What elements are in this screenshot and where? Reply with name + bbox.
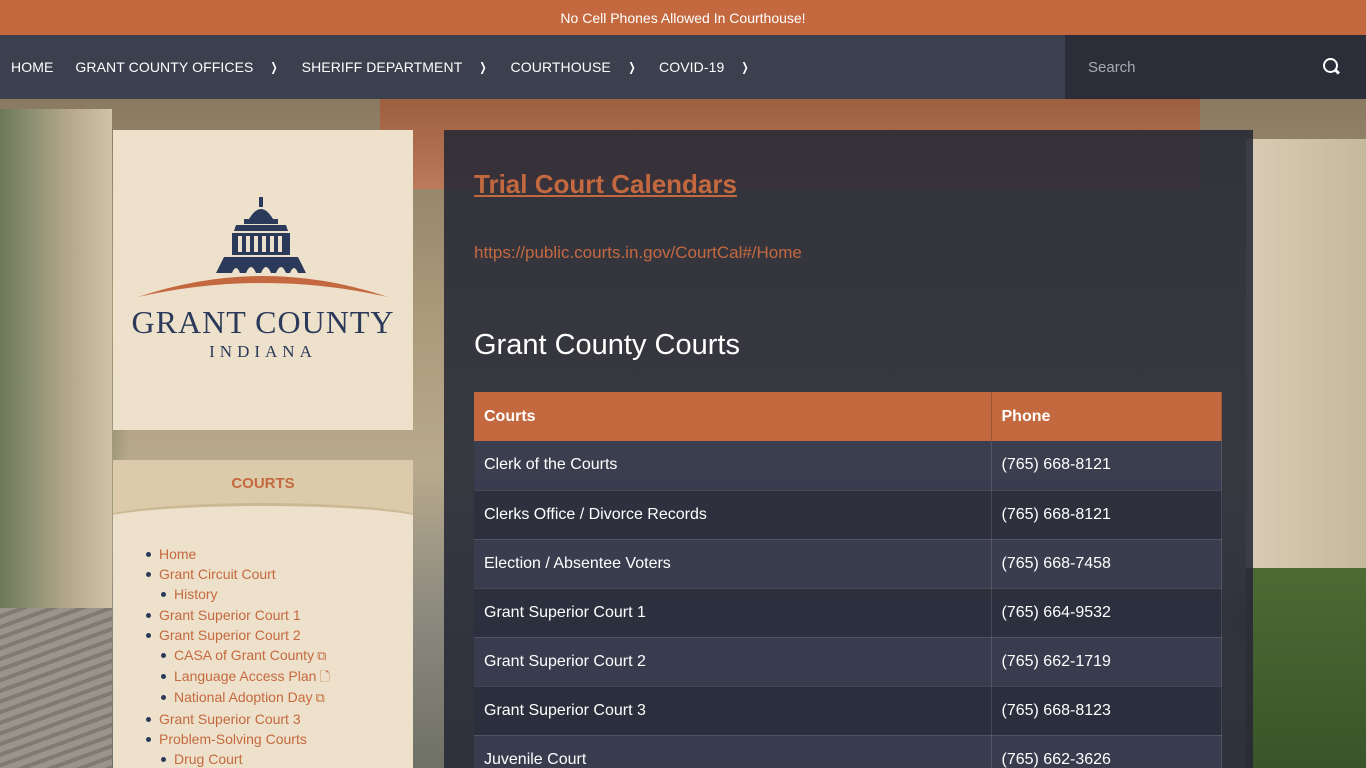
sidebar-item-label: Problem-Solving Courts bbox=[159, 730, 307, 747]
court-name-cell: Grant Superior Court 1 bbox=[474, 588, 992, 638]
nav-item-label: GRANT COUNTY OFFICES bbox=[75, 59, 254, 75]
sidebar-item-national-adoption-day[interactable]: National Adoption Day ⧉ bbox=[161, 687, 413, 708]
sidebar-item-label: Drug Court bbox=[174, 751, 243, 768]
table-row: Grant Superior Court 2 (765) 662-1719 bbox=[474, 637, 1222, 687]
sidebar-item-home[interactable]: Home bbox=[146, 544, 413, 564]
page-title: Trial Court Calendars bbox=[474, 164, 1223, 201]
court-name-cell: Clerks Office / Divorce Records bbox=[474, 490, 992, 540]
search-box bbox=[1065, 35, 1366, 99]
nav-item-grant-county-offices[interactable]: GRANT COUNTY OFFICES ❯ bbox=[75, 59, 279, 75]
search-input[interactable] bbox=[1088, 58, 1308, 76]
nav-menu: HOME GRANT COUNTY OFFICES ❯ SHERIFF DEPARTM… bbox=[0, 35, 1065, 99]
phone-cell: (765) 668-7458 bbox=[991, 539, 1222, 589]
logo-line2: INDIANA bbox=[209, 342, 317, 361]
sidebar-item-drug-court[interactable]: Drug Court bbox=[161, 749, 413, 768]
sidebar-header: COURTS bbox=[113, 460, 413, 542]
sidebar-item-label: National Adoption Day bbox=[174, 689, 313, 706]
search-icon[interactable] bbox=[1322, 57, 1342, 77]
main-panel: Trial Court Calendars https://public.cou… bbox=[444, 130, 1253, 768]
column-header-phone: Phone bbox=[991, 392, 1222, 441]
chevron-right-icon[interactable]: ❯ bbox=[628, 60, 635, 74]
table-row: Clerk of the Courts (765) 668-8121 bbox=[474, 441, 1222, 491]
column-header-courts: Courts bbox=[474, 392, 992, 441]
sidebar-item-grant-superior-court-2[interactable]: Grant Superior Court 2 bbox=[146, 625, 413, 645]
court-name-cell: Clerk of the Courts bbox=[474, 441, 992, 491]
court-calendar-link[interactable]: https://public.courts.in.gov/CourtCal#/H… bbox=[474, 243, 1223, 263]
lawn bbox=[1246, 568, 1366, 768]
sidebar-item-history[interactable]: History bbox=[161, 584, 413, 604]
grant-county-logo: GRANT COUNTY INDIANA bbox=[132, 197, 395, 361]
sidebar-item-label: Grant Superior Court 3 bbox=[159, 710, 301, 727]
nav-item-courthouse[interactable]: COURTHOUSE ❯ bbox=[511, 59, 637, 75]
main-nav: HOME GRANT COUNTY OFFICES ❯ SHERIFF DEPARTM… bbox=[0, 35, 1366, 99]
sidebar-item-label: Language Access Plan bbox=[174, 668, 317, 685]
logo-arc bbox=[138, 276, 388, 297]
nav-item-label: SHERIFF DEPARTMENT bbox=[301, 59, 463, 75]
nav-item-home[interactable]: HOME bbox=[11, 59, 53, 75]
sidebar-item-label: Grant Superior Court 2 bbox=[159, 626, 301, 643]
sidebar-item-grant-superior-court-3[interactable]: Grant Superior Court 3 bbox=[146, 709, 413, 729]
nav-item-label: COURTHOUSE bbox=[510, 59, 611, 75]
chevron-right-icon[interactable]: ❯ bbox=[480, 60, 487, 74]
sidebar-title: COURTS bbox=[231, 475, 295, 492]
phone-cell: (765) 668-8121 bbox=[991, 441, 1222, 491]
phone-cell: (765) 662-1719 bbox=[991, 637, 1222, 687]
phone-cell: (765) 668-8123 bbox=[991, 686, 1222, 736]
logo-card[interactable]: GRANT COUNTY INDIANA bbox=[113, 130, 413, 430]
nav-item-sheriff-department[interactable]: SHERIFF DEPARTMENT ❯ bbox=[302, 59, 489, 75]
table-row: Clerks Office / Divorce Records (765) 668… bbox=[474, 490, 1222, 540]
phone-cell: (765) 664-9532 bbox=[991, 588, 1222, 638]
sidebar-item-problem-solving-courts[interactable]: Problem-Solving Courts bbox=[146, 729, 413, 749]
sidebar-list: Home Grant Circuit Court History Grant Supe… bbox=[113, 524, 413, 768]
sidebar-item-language-access-plan[interactable]: Language Access Plan 🗋 bbox=[161, 666, 413, 687]
document-icon: 🗋 bbox=[319, 669, 330, 685]
table-row: Election / Absentee Voters (765) 668-7458 bbox=[474, 539, 1222, 589]
sidebar-item-label: History bbox=[174, 586, 218, 603]
sidebar: COURTS Home Grant Circuit Court History Gra… bbox=[113, 460, 413, 768]
table-row: Grant Superior Court 1 (765) 664-9532 bbox=[474, 588, 1222, 638]
nav-item-label: HOME bbox=[11, 59, 54, 75]
alert-banner: No Cell Phones Allowed In Courthouse! bbox=[0, 0, 1366, 35]
sidebar-item-label: CASA of Grant County bbox=[174, 647, 315, 664]
nav-item-covid-19[interactable]: COVID-19 ❯ bbox=[659, 59, 751, 75]
sidebar-item-grant-circuit-court[interactable]: Grant Circuit Court bbox=[146, 564, 413, 584]
external-link-icon: ⧉ bbox=[317, 648, 327, 664]
nav-item-label: COVID-19 bbox=[659, 59, 725, 75]
chevron-right-icon[interactable]: ❯ bbox=[742, 60, 749, 74]
table-row: Grant Superior Court 3 (765) 668-8123 bbox=[474, 686, 1222, 736]
table-header-row: Courts Phone bbox=[474, 392, 1222, 441]
external-link-icon: ⧉ bbox=[315, 690, 325, 706]
table-row: Juvenile Court (765) 662-3626 bbox=[474, 735, 1222, 768]
section-title: Grant County Courts bbox=[474, 329, 740, 361]
alert-text: No Cell Phones Allowed In Courthouse! bbox=[560, 9, 806, 26]
sidebar-item-label: Grant Circuit Court bbox=[159, 566, 276, 583]
page-title-link[interactable]: Trial Court Calendars bbox=[474, 169, 737, 199]
chevron-right-icon[interactable]: ❯ bbox=[271, 60, 278, 74]
courts-table-body: Clerk of the Courts (765) 668-8121 Clerks … bbox=[474, 441, 1222, 768]
sidebar-item-casa-of-grant-county[interactable]: CASA of Grant County ⧉ bbox=[161, 645, 413, 666]
court-name-cell: Grant Superior Court 2 bbox=[474, 637, 992, 687]
stairs bbox=[0, 608, 112, 768]
courts-table: Courts Phone Clerk of the Courts (765) 66… bbox=[474, 392, 1222, 768]
court-name-cell: Juvenile Court bbox=[474, 735, 992, 768]
phone-cell: (765) 662-3626 bbox=[991, 735, 1222, 768]
court-name-cell: Election / Absentee Voters bbox=[474, 539, 992, 589]
court-name-cell: Grant Superior Court 3 bbox=[474, 686, 992, 736]
logo-line1: GRANT COUNTY bbox=[132, 304, 395, 340]
phone-cell: (765) 668-8121 bbox=[991, 490, 1222, 540]
sidebar-item-grant-superior-court-1[interactable]: Grant Superior Court 1 bbox=[146, 605, 413, 625]
sidebar-item-label: Home bbox=[159, 546, 197, 562]
sidebar-item-label: Grant Superior Court 1 bbox=[159, 606, 301, 623]
